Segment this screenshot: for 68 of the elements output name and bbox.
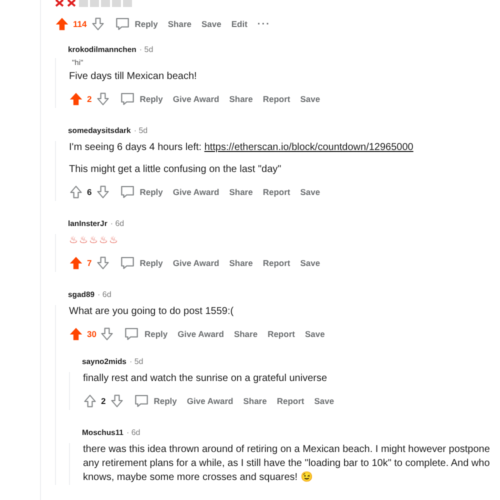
downvote-icon[interactable] <box>96 185 110 199</box>
vote-count: 2 <box>87 94 92 104</box>
comment-age: · 6d <box>126 428 140 437</box>
action-button[interactable]: Share <box>228 94 254 104</box>
more-button[interactable]: ··· <box>256 18 272 30</box>
action-button[interactable]: Give Award <box>172 187 220 197</box>
action-button[interactable]: Save <box>299 258 322 268</box>
comment-text: This might get a little confusing on the last "day" <box>69 163 282 177</box>
upvote-icon[interactable] <box>69 185 83 199</box>
comment-icon[interactable] <box>134 394 149 408</box>
action-button[interactable]: Reply <box>138 94 164 104</box>
upvote-icon[interactable] <box>55 17 69 31</box>
upvote-icon[interactable] <box>69 256 83 270</box>
comment-text: Five days till Mexican beach! <box>69 70 198 84</box>
upvote-icon[interactable] <box>83 394 97 408</box>
action-button[interactable]: Reply <box>134 19 159 29</box>
downvote-icon[interactable] <box>100 327 114 341</box>
action-button[interactable]: Save <box>200 19 222 29</box>
action-button[interactable]: Edit <box>230 19 248 29</box>
comment-age: · 6d <box>110 219 124 228</box>
comment-text: What are you going to do post 1559:( <box>69 305 235 319</box>
vote-count: 6 <box>87 187 92 197</box>
action-button[interactable]: Report <box>262 258 292 268</box>
action-button[interactable]: Save <box>313 396 336 406</box>
action-button[interactable]: Save <box>299 187 322 197</box>
comment-icon[interactable] <box>124 327 140 341</box>
comment-text: ♨♨♨♨♨ <box>69 234 120 248</box>
vote-count: 114 <box>73 19 87 29</box>
action-button[interactable]: Give Award <box>176 329 225 339</box>
vote-count: 7 <box>87 258 92 268</box>
action-button[interactable]: Report <box>262 94 292 104</box>
action-button[interactable]: Report <box>276 396 306 406</box>
action-button[interactable]: Share <box>242 396 268 406</box>
comment-icon[interactable] <box>120 185 135 199</box>
comment-age: · 5d <box>139 45 154 54</box>
comment-icon[interactable] <box>114 17 130 31</box>
downvote-icon[interactable] <box>96 256 110 270</box>
link[interactable]: https://etherscan.io/block/countdown/12965000 <box>204 142 414 153</box>
action-button[interactable]: Give Award <box>172 258 220 268</box>
comment-text: I'm seeing 6 days 4 hours left: https://etherscan.io/block/countdown/12965000 <box>69 141 414 155</box>
downvote-icon[interactable] <box>110 394 124 408</box>
action-button[interactable]: Share <box>166 19 192 29</box>
action-button[interactable]: Save <box>304 329 326 339</box>
comment-age: · 5d <box>129 357 144 366</box>
comment-icon[interactable] <box>120 92 135 106</box>
vote-count: 2 <box>101 396 106 406</box>
action-button[interactable]: Share <box>228 187 254 197</box>
action-button[interactable]: Reply <box>138 187 164 197</box>
action-button[interactable]: Reply <box>138 258 164 268</box>
action-button[interactable]: Give Award <box>172 94 220 104</box>
comment-age: · 6d <box>98 290 112 299</box>
action-button[interactable]: Report <box>266 329 296 339</box>
upvote-icon[interactable] <box>69 327 83 341</box>
comment-text: there was this idea thrown around of retiring on a Mexican beach. I might however postpone any retirement plans for a while, as I still have the "loading bar to 10k" to complete. And who knows, maybe some more crosses and squares! 😉 <box>83 443 491 485</box>
upvote-icon[interactable] <box>69 92 83 106</box>
comment-age: · 5d <box>134 126 148 135</box>
vote-count: 30 <box>87 329 96 339</box>
action-button[interactable]: Save <box>299 94 322 104</box>
comment-text: finally rest and watch the sunrise on a grateful universe <box>83 372 328 386</box>
action-button[interactable]: Share <box>232 329 259 339</box>
action-button[interactable]: Report <box>262 187 292 197</box>
action-button[interactable]: Reply <box>143 329 169 339</box>
downvote-icon[interactable] <box>90 17 105 31</box>
action-button[interactable]: Give Award <box>186 396 234 406</box>
action-button[interactable]: Share <box>228 258 254 268</box>
downvote-icon[interactable] <box>96 92 110 106</box>
action-button[interactable]: Reply <box>152 396 178 406</box>
comment-icon[interactable] <box>120 256 135 270</box>
